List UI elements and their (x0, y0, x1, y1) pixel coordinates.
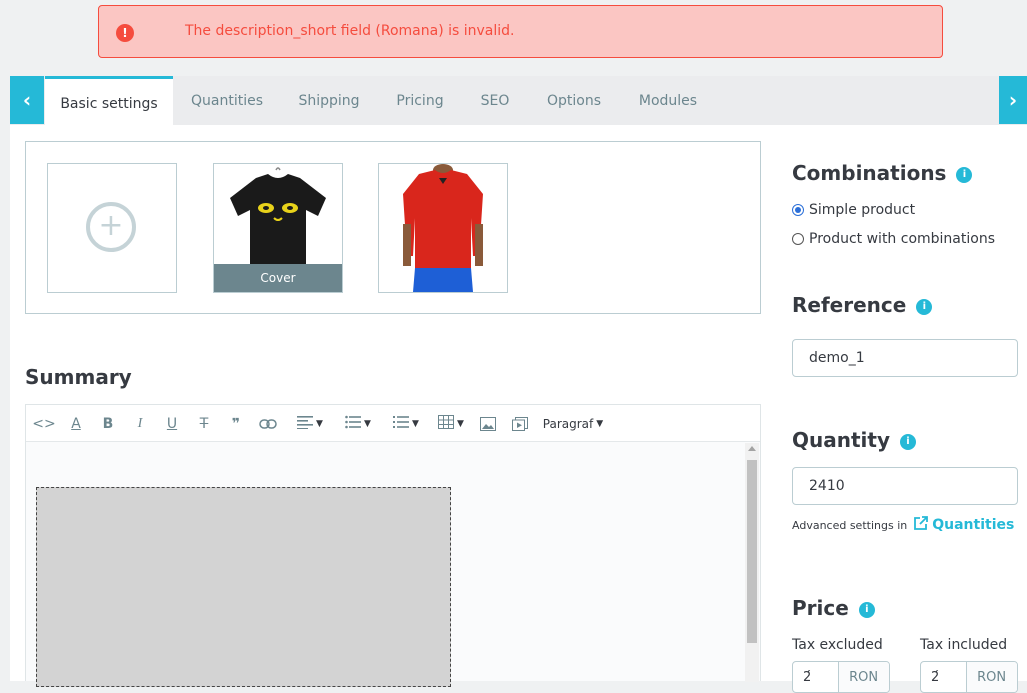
bold-icon[interactable]: B (98, 414, 118, 434)
price-title-text: Price (792, 596, 849, 620)
reference-input[interactable]: demo_1 (792, 339, 1018, 377)
italic-icon[interactable]: I (130, 414, 150, 434)
table-dropdown[interactable]: ▼ (434, 414, 468, 434)
tax-included-label: Tax included (920, 637, 1008, 653)
media-icon[interactable] (510, 414, 530, 434)
plus-icon: + (86, 202, 136, 252)
product-with-combinations-option[interactable]: Product with combinations (792, 231, 995, 247)
editor-content-area[interactable] (36, 487, 451, 687)
error-alert: ! The description_short field (Romana) i… (98, 5, 943, 58)
quantities-link[interactable]: Quantities (913, 515, 1014, 535)
quantity-input[interactable]: 2410 (792, 467, 1018, 505)
simple-product-label: Simple product (809, 202, 916, 218)
info-icon[interactable]: i (916, 298, 933, 315)
price-tax-included-value[interactable]: 2́ (921, 662, 966, 692)
tab-shipping[interactable]: Shipping (290, 76, 368, 125)
align-dropdown[interactable]: ▼ (290, 414, 330, 434)
cover-label: Cover (214, 264, 342, 292)
tab-options[interactable]: Options (538, 76, 610, 125)
tab-pricing[interactable]: Pricing (388, 76, 452, 125)
align-left-icon (297, 415, 314, 433)
scroll-up-icon[interactable] (748, 446, 756, 451)
strikethrough-icon[interactable]: T (194, 414, 214, 434)
radio-product-with-combinations[interactable] (792, 233, 804, 245)
currency-label: RON (838, 662, 889, 692)
underline-icon[interactable]: U (162, 414, 182, 434)
price-tax-excluded-input[interactable]: 2́ RON (792, 661, 890, 693)
paragraph-format-dropdown[interactable]: Paragraf ▼ (540, 414, 606, 434)
product-with-combinations-label: Product with combinations (809, 231, 995, 247)
red-tshirt-model-image (379, 164, 507, 292)
tab-basic-settings[interactable]: Basic settings (45, 76, 173, 125)
product-image-cover[interactable]: Cover (213, 163, 343, 293)
quantity-title: Quantity i (792, 428, 916, 452)
product-image-2[interactable] (378, 163, 508, 293)
tab-seo[interactable]: SEO (472, 76, 518, 125)
tax-excluded-label: Tax excluded (792, 637, 883, 653)
caret-down-icon: ▼ (457, 419, 464, 429)
basic-settings-panel: + Cover Summary <> A B I U T ❞ ▼ ▼ ▼ ▼ P… (10, 125, 1027, 693)
scrollbar-thumb[interactable] (747, 460, 757, 643)
alert-message: The description_short field (Romana) is … (185, 23, 515, 39)
numbered-list-dropdown[interactable]: ▼ (386, 414, 426, 434)
chevron-left-icon: ‹ (22, 88, 32, 112)
tabs-next-button[interactable]: › (999, 76, 1027, 124)
bullet-list-dropdown[interactable]: ▼ (338, 414, 378, 434)
reference-title: Reference i (792, 293, 933, 317)
external-link-icon (913, 515, 929, 535)
text-color-icon[interactable]: A (66, 414, 86, 434)
currency-label: RON (966, 662, 1017, 692)
price-title: Price i (792, 596, 875, 620)
blockquote-icon[interactable]: ❞ (226, 414, 246, 434)
caret-down-icon: ▼ (316, 419, 323, 429)
price-tax-excluded-value[interactable]: 2́ (793, 662, 838, 692)
tab-quantities[interactable]: Quantities (183, 76, 271, 125)
numbered-list-icon (393, 415, 410, 433)
source-code-icon[interactable]: <> (32, 414, 55, 434)
image-icon[interactable] (478, 414, 498, 434)
quantity-title-text: Quantity (792, 428, 890, 452)
radio-simple-product[interactable] (792, 204, 804, 216)
summary-title: Summary (25, 365, 132, 389)
combinations-title: Combinations i (792, 161, 973, 185)
tab-modules[interactable]: Modules (630, 76, 706, 125)
quantities-link-text: Quantities (932, 517, 1015, 533)
table-icon (438, 415, 455, 433)
product-tabs: ‹ Basic settings Quantities Shipping Pri… (10, 76, 1027, 125)
info-icon[interactable]: i (900, 433, 916, 450)
info-icon[interactable]: i (956, 166, 973, 183)
caret-down-icon: ▼ (412, 419, 419, 429)
editor-scrollbar[interactable] (745, 443, 759, 682)
error-icon: ! (116, 24, 134, 42)
summary-editor: <> A B I U T ❞ ▼ ▼ ▼ ▼ Paragraf ▼ (25, 404, 761, 687)
tabs-prev-button[interactable]: ‹ (10, 76, 44, 124)
simple-product-option[interactable]: Simple product (792, 202, 915, 218)
add-image-button[interactable]: + (47, 163, 177, 293)
editor-toolbar: <> A B I U T ❞ ▼ ▼ ▼ ▼ Paragraf ▼ (26, 405, 760, 442)
info-icon[interactable]: i (858, 601, 875, 618)
price-tax-included-input[interactable]: 2́ RON (920, 661, 1018, 693)
advanced-settings-text: Advanced settings in (792, 518, 908, 532)
caret-down-icon: ▼ (364, 419, 371, 429)
combinations-title-text: Combinations (792, 161, 947, 185)
link-icon[interactable] (258, 414, 278, 434)
bullet-list-icon (345, 415, 362, 433)
chevron-right-icon: › (1008, 88, 1018, 112)
product-images: + Cover (25, 141, 761, 314)
paragraph-format-label: Paragraf (542, 417, 594, 431)
advanced-settings-row: Advanced settings in Quantities (792, 515, 1014, 535)
reference-title-text: Reference (792, 293, 907, 317)
caret-down-icon: ▼ (596, 419, 604, 429)
